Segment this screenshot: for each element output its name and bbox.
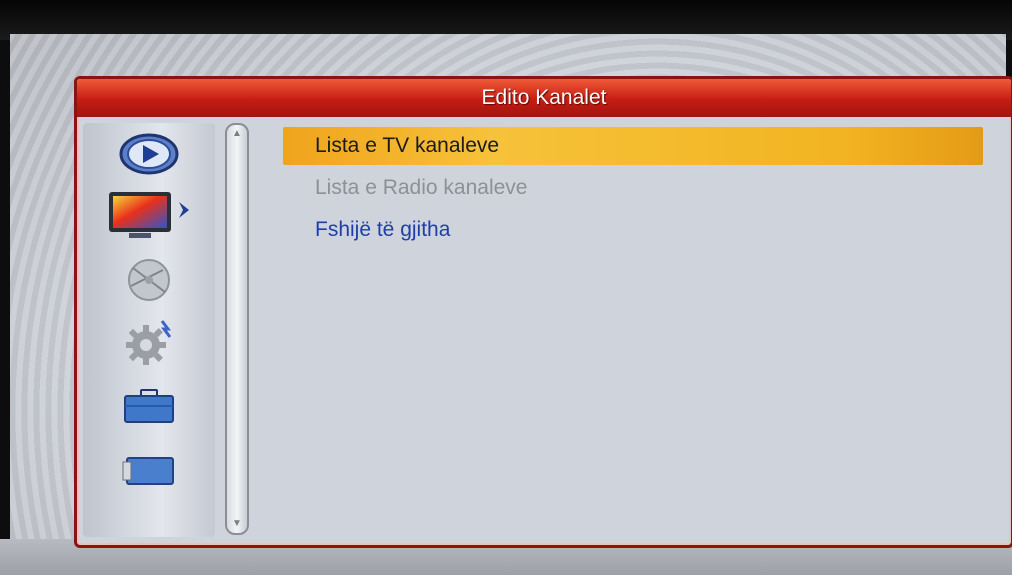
media-icon[interactable] [83, 441, 215, 499]
menu-item-radio-channel-list[interactable]: Lista e Radio kanaleve [283, 169, 983, 207]
channel-menu-list: Lista e TV kanaleve Lista e Radio kanale… [283, 127, 983, 253]
tv-icon[interactable] [83, 187, 215, 245]
menu-item-tv-channel-list[interactable]: Lista e TV kanaleve [283, 127, 983, 165]
play-icon[interactable] [83, 125, 215, 183]
category-sidebar [83, 123, 215, 537]
toolbox-icon[interactable] [83, 377, 215, 435]
scroll-down-icon[interactable]: ▼ [230, 519, 244, 529]
page-title: Edito Kanalet [481, 86, 607, 109]
scrollbar[interactable]: ▲ ▼ [225, 123, 249, 535]
title-bar: Edito Kanalet [77, 79, 1011, 117]
scroll-up-icon[interactable]: ▲ [230, 129, 244, 139]
settings-gear-icon[interactable] [83, 313, 215, 371]
menu-item-delete-all[interactable]: Fshijë të gjitha [283, 211, 983, 249]
satellite-dish-icon[interactable] [83, 251, 215, 309]
edit-channels-window: Edito Kanalet ▲ ▼ Lista e TV kanaleve Li… [74, 76, 1012, 548]
